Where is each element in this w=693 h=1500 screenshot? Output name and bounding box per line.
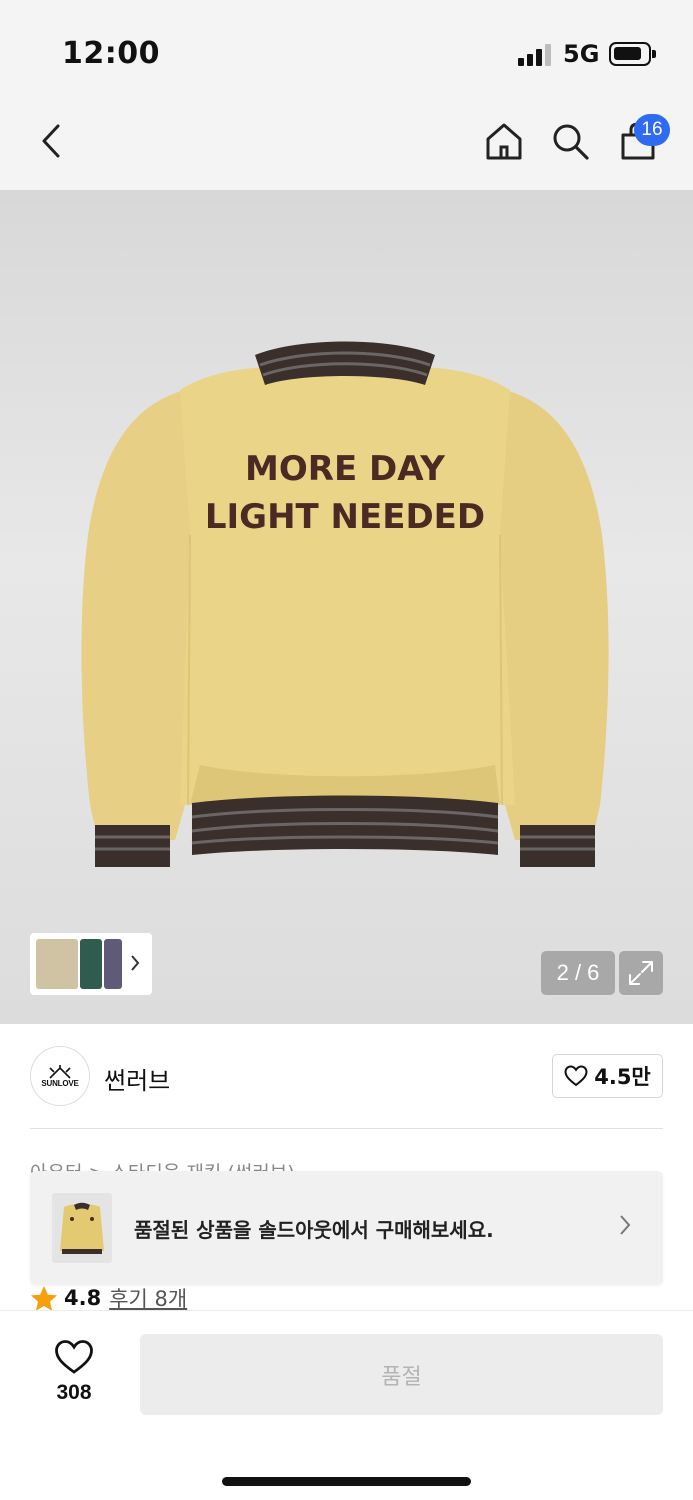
brand-like-count: 4.5만 [594, 1065, 651, 1089]
wish-count: 308 [56, 1381, 92, 1404]
product-image-gallery[interactable]: MORE DAY LIGHT NEEDED 2 / 6 [0, 190, 693, 1024]
soldout-banner[interactable]: 품절된 상품을 솔드아웃에서 구매해보세요. [30, 1171, 663, 1285]
wish-button[interactable]: 308 [44, 1339, 104, 1405]
search-icon[interactable] [546, 117, 594, 165]
thumbnail-strip[interactable] [30, 933, 152, 995]
soldout-banner-text: 품절된 상품을 솔드아웃에서 구매해보세요. [134, 1218, 494, 1242]
jacket-print-line1: MORE DAY [245, 449, 445, 489]
home-indicator [222, 1477, 471, 1486]
sun-icon [49, 1064, 71, 1079]
brand-like-button[interactable]: 4.5만 [552, 1054, 663, 1098]
expand-icon[interactable] [619, 951, 663, 995]
divider [30, 1128, 663, 1129]
brand-logo[interactable]: SUNLOVE [30, 1046, 90, 1106]
status-bar: 12:00 5G [0, 0, 693, 95]
cart-count-badge: 16 [634, 114, 670, 146]
signal-icon [518, 44, 554, 66]
network-label: 5G [563, 40, 600, 68]
back-icon[interactable] [28, 117, 76, 165]
jacket-print-line2: LIGHT NEEDED [205, 497, 485, 537]
brand-row: SUNLOVE 썬러브 4.5만 [0, 1024, 693, 1129]
image-counter: 2 / 6 [541, 951, 615, 995]
product-jacket-image: MORE DAY LIGHT NEEDED [81, 341, 609, 867]
review-link[interactable]: 후기 8개 [109, 1283, 187, 1313]
status-time: 12:00 [62, 36, 160, 71]
thumbnail-1[interactable] [36, 939, 78, 989]
brand-logo-text: SUNLOVE [41, 1078, 79, 1088]
heart-icon [564, 1065, 588, 1087]
home-icon[interactable] [480, 117, 528, 165]
rating-value: 4.8 [64, 1286, 102, 1310]
thumbnail-3[interactable] [104, 939, 122, 989]
heart-icon [55, 1340, 93, 1374]
bottom-action-bar: 308 품절 [0, 1310, 693, 1500]
brand-name[interactable]: 썬러브 [104, 1061, 170, 1096]
chevron-right-icon [618, 1213, 632, 1241]
rating-row: 4.8 후기 8개 [30, 1283, 187, 1313]
soldout-buy-button[interactable]: 품절 [140, 1334, 663, 1415]
battery-icon [609, 42, 656, 66]
banner-thumbnail [52, 1193, 112, 1263]
nav-bar [0, 95, 693, 190]
thumbnail-2[interactable] [80, 939, 102, 989]
chevron-right-icon[interactable] [130, 953, 140, 977]
star-icon [31, 1285, 57, 1311]
